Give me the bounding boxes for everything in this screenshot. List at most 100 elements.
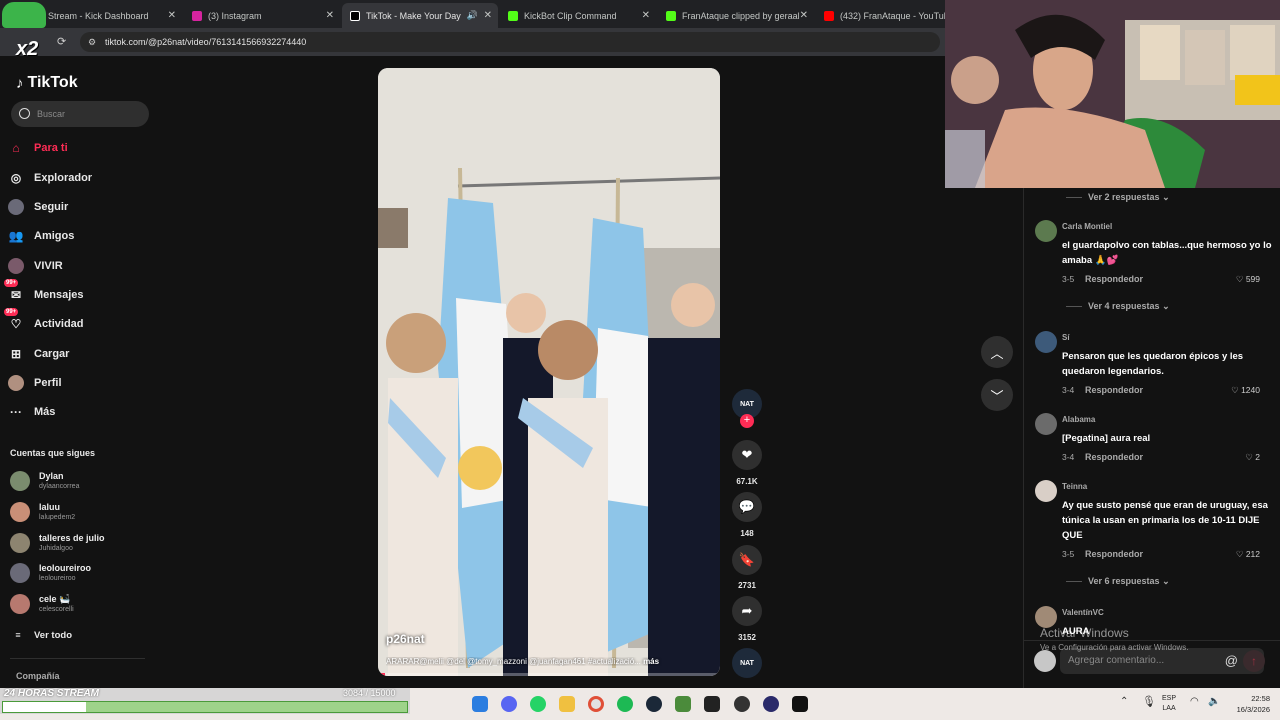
next-video-button[interactable]: ﹀: [981, 379, 1013, 411]
video-frame-illustration: [378, 68, 720, 676]
chrome-icon[interactable]: [588, 696, 604, 712]
speaker-icon[interactable]: 🔊: [467, 10, 478, 21]
avatar: [10, 594, 30, 614]
file-explorer-icon[interactable]: [559, 696, 575, 712]
minecraft-icon[interactable]: [675, 696, 691, 712]
view-replies-button[interactable]: Ver 4 respuestas ⌄: [1066, 301, 1170, 312]
following-item[interactable]: talleres de julio Juhidalgoo: [10, 530, 105, 556]
reply-button[interactable]: Respondedor: [1085, 274, 1143, 284]
lang-code: ESP: [1162, 695, 1177, 702]
video-progress-fill: [378, 673, 385, 676]
reply-button[interactable]: Respondedor: [1085, 549, 1143, 559]
comment-like[interactable]: ♡ 2: [1245, 452, 1260, 463]
nav-item-vivir[interactable]: VIVIR: [8, 254, 63, 278]
tab-clip[interactable]: FranAtaque clipped by geraallit ✕: [658, 3, 814, 28]
close-icon[interactable]: ✕: [642, 10, 650, 21]
close-icon[interactable]: ✕: [326, 10, 334, 21]
nav-item-actividad[interactable]: ♡ 99+ Actividad: [4, 308, 84, 336]
nav-item-cargar[interactable]: ⊞ Cargar: [8, 342, 70, 366]
tab-kickbot[interactable]: KickBot Clip Command ✕: [500, 3, 656, 28]
following-item[interactable]: cele 🛀 celescorelli: [10, 591, 74, 617]
avatar: [10, 563, 30, 583]
close-icon[interactable]: ✕: [800, 10, 808, 21]
spotify-icon[interactable]: [617, 696, 633, 712]
share-button[interactable]: ➦: [732, 596, 762, 626]
clock[interactable]: 22:58 16/3/2026: [1224, 693, 1270, 715]
following-item[interactable]: Dylan dylaancorrea: [10, 468, 79, 494]
avatar[interactable]: [1035, 606, 1057, 628]
following-item[interactable]: laluu lalupedem2: [10, 499, 75, 525]
see-all-link[interactable]: ≡ Ver todo: [10, 623, 72, 647]
volume-icon[interactable]: 🔈: [1208, 696, 1220, 707]
avatar[interactable]: [1035, 220, 1057, 242]
view-replies-button[interactable]: Ver 2 respuestas ⌄: [1066, 192, 1170, 203]
start-icon[interactable]: [472, 696, 488, 712]
avatar[interactable]: [1035, 480, 1057, 502]
like-button[interactable]: ❤: [732, 440, 762, 470]
discord-icon[interactable]: [501, 696, 517, 712]
save-button[interactable]: 🔖: [732, 545, 762, 575]
comment-author[interactable]: Carla Montiel: [1062, 222, 1112, 231]
nav-item-mensajes[interactable]: ✉ 99+ Mensajes: [4, 279, 84, 307]
stream-goal-label: 24 HORAS STREAM: [4, 688, 100, 699]
comment-button[interactable]: 💬: [732, 492, 762, 522]
reply-button[interactable]: Respondedor: [1085, 452, 1143, 462]
company-link[interactable]: Compañía: [16, 671, 60, 681]
avatar[interactable]: [1035, 413, 1057, 435]
reload-icon[interactable]: ⟳: [57, 35, 66, 48]
heart-outline-icon: ♡: [1235, 549, 1244, 559]
capcut-icon[interactable]: [792, 696, 808, 712]
avatar[interactable]: [1035, 331, 1057, 353]
nav-item-amigos[interactable]: 👥 Amigos: [8, 224, 75, 248]
sound-label: NAT: [740, 659, 754, 667]
comment-like[interactable]: ♡ 1240: [1231, 385, 1260, 396]
close-icon[interactable]: ✕: [168, 10, 176, 21]
video-player[interactable]: p26nat ARARAR@melii @del @tomy_mazzoni @…: [378, 68, 720, 676]
logo-text: TikTok: [27, 74, 78, 91]
chevron-up-icon[interactable]: ⌃: [1120, 696, 1128, 707]
share-icon: ➦: [741, 603, 753, 618]
nav-item-para-ti[interactable]: ⌂ Para ti: [8, 136, 68, 160]
close-icon[interactable]: ✕: [484, 10, 492, 21]
tab-kick-dashboard[interactable]: Stream - Kick Dashboard ✕: [40, 3, 182, 28]
follow-plus-icon[interactable]: +: [740, 414, 754, 428]
view-replies-button[interactable]: Ver 6 respuestas ⌄: [1066, 576, 1170, 587]
reply-button[interactable]: Respondedor: [1085, 385, 1143, 395]
wifi-icon[interactable]: ◠: [1190, 696, 1199, 707]
previous-video-button[interactable]: ︿: [981, 336, 1013, 368]
sound-disc[interactable]: NAT: [732, 648, 762, 678]
epic-games-icon[interactable]: [704, 696, 720, 712]
mic-icon[interactable]: 🎙: [1142, 695, 1156, 708]
comment-author[interactable]: ValentínVC: [1062, 608, 1104, 617]
nav-item-perfil[interactable]: Perfil: [8, 371, 62, 395]
caption-more-link[interactable]: más: [643, 657, 659, 666]
video-progress-bar[interactable]: [378, 673, 720, 676]
tab-instagram[interactable]: (3) Instagram ✕: [184, 3, 340, 28]
comment-author[interactable]: Sí: [1062, 333, 1070, 342]
site-info-icon[interactable]: ⚙: [88, 32, 96, 52]
nav-label: Para ti: [34, 142, 68, 154]
send-button[interactable]: ↑: [1243, 650, 1265, 672]
whatsapp-icon[interactable]: [530, 696, 546, 712]
comment-like[interactable]: ♡ 599: [1236, 274, 1260, 285]
search-input[interactable]: Buscar: [11, 101, 149, 127]
unread-badge: 99+: [4, 308, 19, 316]
tab-tiktok[interactable]: TikTok - Make Your Day 🔊 ✕: [342, 3, 498, 28]
url-field[interactable]: ⚙ tiktok.com/@p26nat/video/7613141566932…: [80, 32, 940, 52]
nav-label: Perfil: [34, 377, 62, 389]
following-item[interactable]: leoloureiroo leoloureiroo: [10, 560, 91, 586]
app-icon[interactable]: [763, 696, 779, 712]
comment-author[interactable]: Teinna: [1062, 482, 1087, 491]
obs-icon[interactable]: [734, 696, 750, 712]
nav-item-explorador[interactable]: ◎ Explorador: [8, 166, 92, 190]
save-count: 2731: [738, 581, 756, 590]
steam-icon[interactable]: [646, 696, 662, 712]
nav-item-seguir[interactable]: Seguir: [8, 195, 68, 219]
tiktok-logo[interactable]: ♪ TikTok: [16, 74, 78, 92]
language-indicator[interactable]: ESP LAA: [1162, 694, 1176, 714]
comment-author[interactable]: Alabama: [1062, 415, 1095, 424]
video-author[interactable]: p26nat: [386, 632, 425, 646]
tab-youtube[interactable]: (432) FranAtaque - YouTube: [816, 3, 945, 28]
comment-like[interactable]: ♡ 212: [1236, 549, 1260, 560]
nav-item-mas[interactable]: ··· Más: [8, 400, 55, 424]
